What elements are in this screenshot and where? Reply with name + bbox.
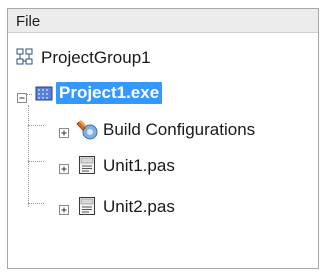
header-title: File (16, 13, 41, 30)
collapse-icon[interactable] (17, 90, 27, 103)
tree-item-unit2[interactable]: Unit2.pas (14, 196, 234, 220)
project-group-icon (16, 48, 34, 66)
panel-header: File (8, 9, 318, 33)
tree-item-label: Project1.exe (56, 82, 163, 104)
build-configurations-icon (76, 118, 98, 140)
project-manager-panel: File ProjectGroup1 Project1.exe Build Co… (7, 8, 319, 269)
pascal-unit-icon (78, 196, 96, 216)
expand-icon[interactable] (59, 125, 69, 138)
tree-item-label: Unit1.pas (103, 156, 175, 175)
expand-icon[interactable] (59, 161, 69, 174)
tree-item-label: ProjectGroup1 (41, 48, 151, 67)
tree-item-label: Build Configurations (103, 120, 256, 139)
project-exe-icon (34, 85, 53, 103)
pascal-unit-icon (78, 155, 96, 175)
expand-icon[interactable] (59, 202, 69, 215)
tree-item-build-configurations[interactable]: Build Configurations (14, 118, 314, 142)
tree-item-unit1[interactable]: Unit1.pas (14, 155, 234, 179)
tree-item-label: Unit2.pas (103, 197, 175, 216)
tree-item-projectgroup[interactable]: ProjectGroup1 (14, 46, 234, 70)
tree-item-project1[interactable]: Project1.exe (14, 82, 254, 106)
